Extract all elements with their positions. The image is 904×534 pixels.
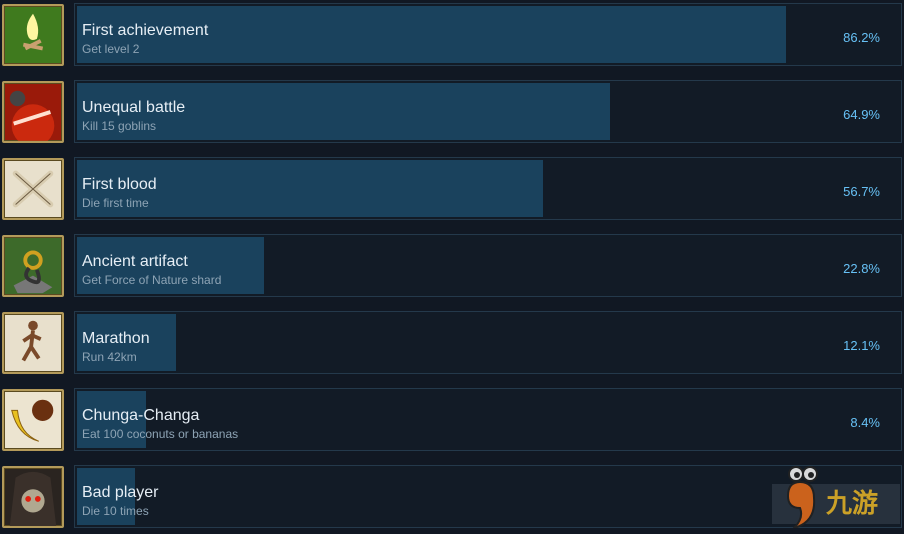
progress-box: First blood Die first time 56.7% bbox=[74, 157, 902, 220]
watermark-logo: 九游 bbox=[770, 462, 904, 530]
achievement-description: Die 10 times bbox=[82, 504, 149, 518]
progress-box: Chunga-Changa Eat 100 coconuts or banana… bbox=[74, 388, 902, 451]
achievement-row[interactable]: Chunga-Changa Eat 100 coconuts or banana… bbox=[0, 388, 904, 453]
achievement-title: Marathon bbox=[82, 330, 150, 347]
progress-box: Marathon Run 42km 12.1% bbox=[74, 311, 902, 374]
achievement-row[interactable]: First achievement Get level 2 86.2% bbox=[0, 3, 904, 68]
crossbones-icon bbox=[2, 158, 64, 220]
achievement-description: Get level 2 bbox=[82, 42, 140, 56]
achievement-description: Run 42km bbox=[82, 350, 137, 364]
progress-box: Unequal battle Kill 15 goblins 64.9% bbox=[74, 80, 902, 143]
unlock-percent: 56.7% bbox=[843, 184, 880, 199]
unlock-percent: 22.8% bbox=[843, 261, 880, 276]
achievement-description: Eat 100 coconuts or bananas bbox=[82, 427, 239, 441]
achievement-row[interactable]: First blood Die first time 56.7% bbox=[0, 157, 904, 222]
achievement-title: Bad player bbox=[82, 484, 159, 501]
achievement-title: First blood bbox=[82, 176, 157, 193]
achievement-description: Kill 15 goblins bbox=[82, 119, 157, 133]
achievement-title: Ancient artifact bbox=[82, 253, 188, 270]
achievement-description: Get Force of Nature shard bbox=[82, 273, 222, 287]
unlock-percent: 12.1% bbox=[843, 338, 880, 353]
achievement-row[interactable]: Marathon Run 42km 12.1% bbox=[0, 311, 904, 376]
achievement-title: First achievement bbox=[82, 22, 209, 39]
achievement-row[interactable]: Unequal battle Kill 15 goblins 64.9% bbox=[0, 80, 904, 145]
progress-box: Ancient artifact Get Force of Nature sha… bbox=[74, 234, 902, 297]
achievement-description: Die first time bbox=[82, 196, 149, 210]
svg-text:九游: 九游 bbox=[825, 489, 878, 519]
banana-coconut-icon bbox=[2, 389, 64, 451]
achievement-title: Chunga-Changa bbox=[82, 407, 200, 424]
artifact-icon bbox=[2, 235, 64, 297]
sword-icon bbox=[2, 81, 64, 143]
skull-icon bbox=[2, 466, 64, 528]
runner-icon bbox=[2, 312, 64, 374]
unlock-percent: 86.2% bbox=[843, 30, 880, 45]
achievement-row[interactable]: Ancient artifact Get Force of Nature sha… bbox=[0, 234, 904, 299]
progress-box: First achievement Get level 2 86.2% bbox=[74, 3, 902, 66]
unlock-percent: 64.9% bbox=[843, 107, 880, 122]
unlock-percent: 8.4% bbox=[850, 415, 880, 430]
achievement-title: Unequal battle bbox=[82, 99, 186, 116]
achievement-row[interactable]: Bad player Die 10 times bbox=[0, 465, 904, 530]
campfire-icon bbox=[2, 4, 64, 66]
